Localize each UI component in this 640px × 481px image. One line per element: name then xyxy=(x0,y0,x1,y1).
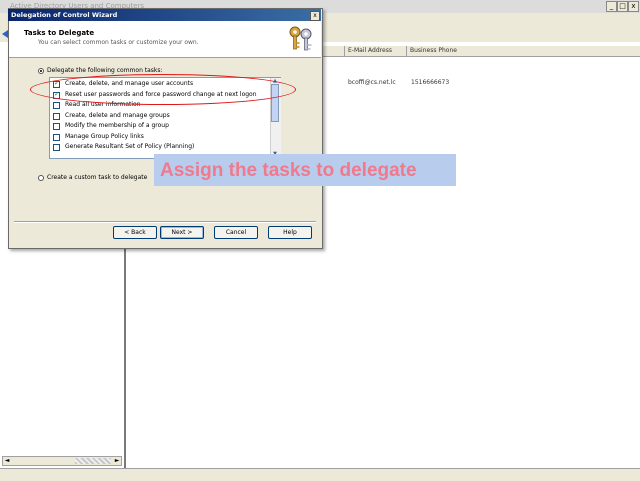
mmc-statusbar xyxy=(0,468,640,481)
radio-custom-task[interactable] xyxy=(38,175,44,181)
mmc-close-button[interactable]: x xyxy=(628,1,639,12)
task-checkbox[interactable] xyxy=(53,112,60,120)
task-checkbox[interactable] xyxy=(53,102,60,109)
next-button[interactable]: Next > xyxy=(160,226,204,239)
wizard-button-separator xyxy=(14,221,316,223)
task-label: Manage Group Policy links xyxy=(65,132,144,140)
tree-scrollbar-thumb[interactable] xyxy=(75,458,111,464)
cancel-button[interactable]: Cancel xyxy=(214,226,258,239)
scroll-left-icon[interactable]: ◄ xyxy=(3,457,11,465)
task-label: Modify the membership of a group xyxy=(65,122,169,129)
task-checkbox[interactable] xyxy=(53,144,60,151)
wizard-heading: Tasks to Delegate xyxy=(24,29,95,37)
task-label: Generate Resultant Set of Policy (Planni… xyxy=(65,143,195,150)
row-email-cell: bcoffi@cs.net.lc xyxy=(348,79,396,86)
help-button[interactable]: Help xyxy=(268,226,312,239)
wizard-close-button[interactable]: x xyxy=(310,11,320,21)
column-header-email[interactable]: E-Mail Address xyxy=(344,46,406,56)
tutorial-callout-text: Assign the tasks to delegate xyxy=(160,160,417,181)
radio-common-tasks-label: Delegate the following common tasks: xyxy=(47,67,163,74)
keys-icon xyxy=(289,26,312,51)
task-checkbox[interactable] xyxy=(53,133,60,141)
scroll-right-icon[interactable]: ► xyxy=(113,457,121,465)
wizard-title: Delegation of Control Wizard xyxy=(11,11,118,19)
task-checkbox[interactable] xyxy=(53,123,60,130)
mmc-minimize-button[interactable]: _ xyxy=(606,1,617,12)
wizard-subheading: You can select common tasks or customize… xyxy=(38,39,199,46)
highlight-ellipse xyxy=(30,74,296,105)
mmc-restore-button[interactable]: □ xyxy=(617,1,628,12)
back-button[interactable]: < Back xyxy=(113,226,157,239)
radio-custom-task-label: Create a custom task to delegate xyxy=(47,174,148,181)
column-header-business-phone[interactable]: Business Phone xyxy=(406,46,476,56)
radio-common-tasks[interactable] xyxy=(38,68,44,74)
row-phone-cell: 1516666673 xyxy=(411,79,450,86)
task-label: Create, delete and manage groups xyxy=(65,111,170,119)
